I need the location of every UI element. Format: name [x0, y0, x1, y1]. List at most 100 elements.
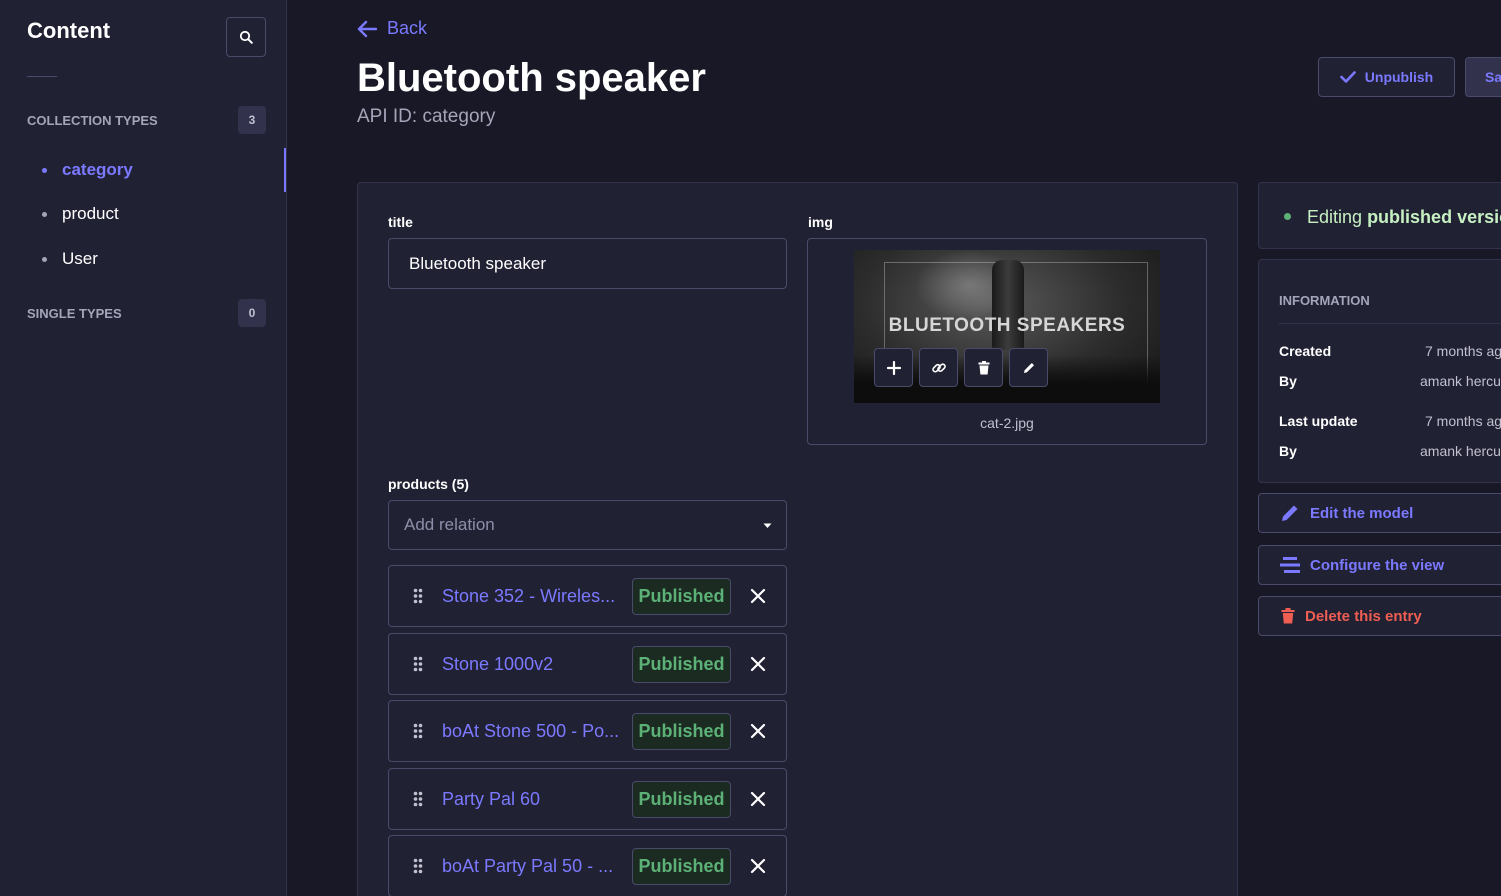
status-badge: Published: [632, 713, 731, 750]
img-field-label: img: [808, 214, 833, 230]
sidebar-search-button[interactable]: [226, 17, 266, 57]
arrow-left-icon: [357, 20, 377, 37]
chevron-down-icon: [763, 523, 772, 528]
created-by-label: By: [1279, 373, 1297, 389]
save-label: Save: [1485, 69, 1501, 85]
information-divider: [1279, 323, 1501, 324]
image-filename: cat-2.jpg: [980, 415, 1034, 431]
edit-model-label: Edit the model: [1310, 504, 1414, 522]
media-field[interactable]: BLUETOOTH SPEAKERS cat-2.jpg: [807, 238, 1207, 445]
page-title: Bluetooth speaker: [357, 56, 706, 100]
collection-types-section[interactable]: COLLECTION TYPES 3: [27, 106, 266, 134]
trash-icon: [1277, 608, 1299, 624]
back-link[interactable]: Back: [357, 18, 427, 39]
status-badge: Published: [632, 848, 731, 885]
sidebar-item-product[interactable]: product: [0, 192, 286, 236]
title-field-label: title: [388, 214, 413, 230]
relation-item[interactable]: Stone 1000v2 Published: [388, 633, 787, 695]
relation-item[interactable]: boAt Party Pal 50 - ... Published: [388, 835, 787, 896]
add-media-button[interactable]: [874, 348, 913, 387]
sidebar-item-user[interactable]: User: [0, 237, 286, 281]
status-badge: Published: [632, 781, 731, 818]
image-text: BLUETOOTH SPEAKERS: [888, 315, 1126, 336]
api-id: API ID: category: [357, 106, 496, 127]
updated-by-value: amank hercules: [1420, 443, 1501, 459]
close-icon[interactable]: [750, 858, 766, 874]
save-button[interactable]: Save: [1465, 57, 1501, 97]
add-relation-select[interactable]: Add relation: [388, 500, 787, 550]
pencil-icon: [1279, 503, 1301, 523]
close-icon[interactable]: [750, 723, 766, 739]
edit-status-emphasis: published version: [1367, 207, 1501, 227]
collection-types-label: COLLECTION TYPES: [27, 112, 158, 128]
created-by-value: amank hercules: [1420, 373, 1501, 389]
pencil-icon: [1023, 362, 1034, 373]
close-icon[interactable]: [750, 588, 766, 604]
created-value: 7 months ago: [1425, 343, 1501, 359]
single-types-count: 0: [238, 299, 266, 327]
status-dot-icon: [1284, 213, 1291, 220]
bullet-icon: [42, 167, 47, 173]
add-relation-placeholder: Add relation: [404, 515, 495, 534]
collection-types-count: 3: [238, 106, 266, 134]
close-icon[interactable]: [750, 656, 766, 672]
status-badge: Published: [632, 578, 731, 615]
sidebar-divider: [27, 76, 57, 77]
updated-label: Last update: [1279, 413, 1358, 429]
delete-media-button[interactable]: [964, 348, 1003, 387]
updated-value: 7 months ago: [1425, 413, 1501, 429]
single-types-label: SINGLE TYPES: [27, 305, 122, 321]
media-actions: [874, 348, 1048, 387]
drag-handle-icon[interactable]: [413, 858, 423, 874]
edit-model-link[interactable]: Edit the model: [1258, 493, 1501, 533]
configure-view-link[interactable]: Configure the view: [1258, 545, 1501, 585]
title-input[interactable]: Bluetooth speaker: [388, 238, 787, 289]
relation-name-link[interactable]: Stone 1000v2: [442, 654, 553, 675]
trash-icon: [978, 360, 989, 374]
sidebar-item-label: User: [62, 249, 98, 268]
relation-name-link[interactable]: boAt Party Pal 50 - ...: [442, 856, 613, 877]
copy-link-button[interactable]: [919, 348, 958, 387]
single-types-section[interactable]: SINGLE TYPES 0: [27, 299, 266, 327]
list-icon: [1279, 556, 1301, 574]
edit-media-button[interactable]: [1009, 348, 1048, 387]
relation-name-link[interactable]: Stone 352 - Wireles...: [442, 586, 615, 607]
search-icon: [239, 30, 253, 44]
close-icon[interactable]: [750, 791, 766, 807]
created-label: Created: [1279, 343, 1332, 359]
products-field-label: products (5): [388, 476, 469, 492]
configure-view-label: Configure the view: [1310, 556, 1445, 574]
relation-item[interactable]: Party Pal 60 Published: [388, 768, 787, 830]
drag-handle-icon[interactable]: [413, 656, 423, 672]
sidebar-item-category[interactable]: category: [0, 148, 286, 192]
delete-entry-link[interactable]: Delete this entry: [1258, 596, 1501, 636]
back-label: Back: [387, 18, 428, 38]
edit-status-prefix: Editing: [1307, 207, 1363, 227]
delete-entry-label: Delete this entry: [1305, 607, 1422, 625]
drag-handle-icon[interactable]: [413, 791, 423, 807]
check-icon: [1339, 71, 1356, 83]
edit-status-text: Editing published version: [1307, 207, 1501, 228]
relation-name-link[interactable]: Party Pal 60: [442, 789, 540, 810]
title-input-value: Bluetooth speaker: [409, 253, 547, 273]
drag-handle-icon[interactable]: [413, 723, 423, 739]
sidebar-title: Content: [27, 18, 111, 43]
unpublish-button[interactable]: Unpublish: [1318, 57, 1455, 97]
sidebar-item-label: category: [62, 160, 133, 179]
updated-by-label: By: [1279, 443, 1297, 459]
plus-icon: [886, 360, 901, 375]
content-sidebar: Content COLLECTION TYPES 3 category prod…: [0, 0, 287, 896]
sidebar-item-label: product: [62, 204, 119, 223]
status-badge: Published: [632, 646, 731, 683]
edit-status-card: Editing published version: [1258, 182, 1501, 249]
relation-item[interactable]: Stone 352 - Wireles... Published: [388, 565, 787, 627]
bullet-icon: [42, 256, 47, 262]
link-icon: [931, 362, 946, 373]
relation-name-link[interactable]: boAt Stone 500 - Po...: [442, 721, 619, 742]
bullet-icon: [42, 211, 47, 217]
drag-handle-icon[interactable]: [413, 588, 423, 604]
unpublish-label: Unpublish: [1364, 69, 1434, 85]
information-card: INFORMATION Created 7 months ago By aman…: [1258, 259, 1501, 483]
relation-item[interactable]: boAt Stone 500 - Po... Published: [388, 700, 787, 762]
information-heading: INFORMATION: [1279, 293, 1370, 308]
